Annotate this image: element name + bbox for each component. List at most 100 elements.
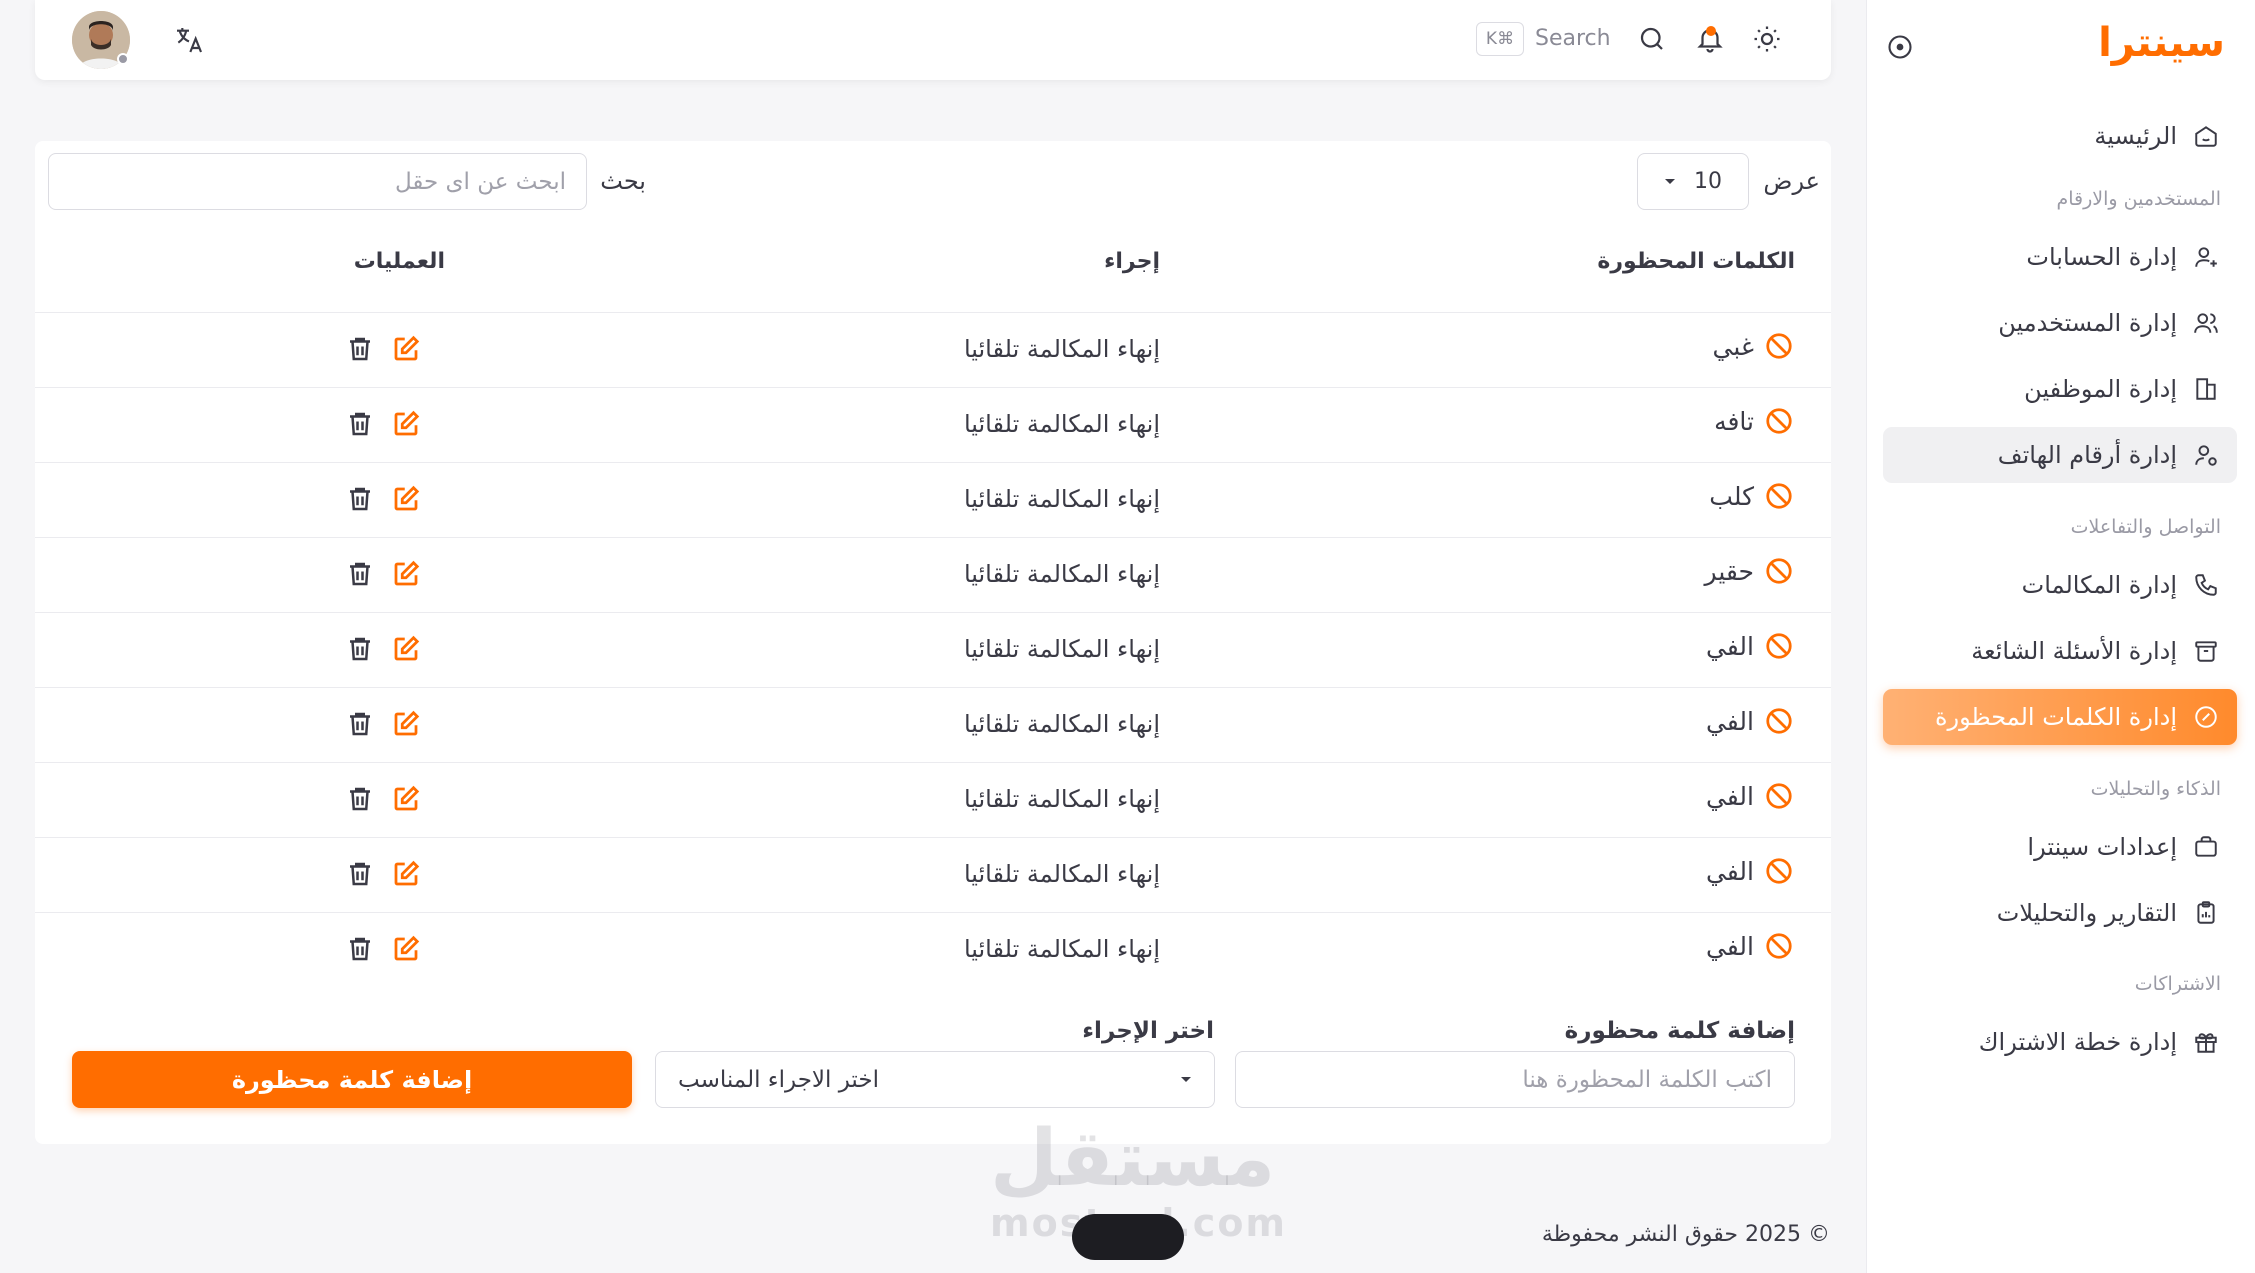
action-select[interactable]: اختر الاجراء المناسب: [655, 1051, 1215, 1108]
trash-icon[interactable]: [343, 859, 375, 891]
ban-icon: [1764, 331, 1794, 361]
home-icon: [2191, 121, 2221, 151]
sidebar-item-phones[interactable]: إدارة أرقام الهاتف: [1883, 427, 2237, 483]
header-action: إجراء: [1104, 249, 1160, 274]
action-cell: إنهاء المكالمة تلقائيا: [963, 635, 1160, 663]
header-banned-words: الكلمات المحظورة: [1597, 249, 1795, 274]
sidebar-item-users[interactable]: إدارة المستخدمين: [1883, 295, 2237, 351]
banned-word-text: تافه: [1714, 406, 1754, 436]
sidebar-item-employees[interactable]: إدارة الموظفين: [1883, 361, 2237, 417]
sidebar-item-accounts[interactable]: إدارة الحسابات: [1883, 229, 2237, 285]
add-word-label: إضافة كلمة محظورة: [1564, 1018, 1795, 1044]
banned-word-cell: الفي: [1706, 856, 1794, 886]
notification-dot: [1706, 26, 1716, 36]
nav-section-ai: الذكاء والتحليلات: [2090, 778, 2221, 800]
table-row: حقير إنهاء المكالمة تلقائيا: [35, 537, 1831, 612]
watermark-arabic: مستقل: [990, 1114, 1276, 1204]
sidebar-item-calls[interactable]: إدارة المكالمات: [1883, 557, 2237, 613]
building-icon: [2191, 374, 2221, 404]
ban-icon: [1764, 631, 1794, 661]
translate-icon[interactable]: [173, 24, 205, 56]
sidebar-item-label: إدارة الكلمات المحظورة: [1934, 703, 2177, 731]
trash-icon[interactable]: [343, 934, 375, 966]
ban-icon: [1764, 481, 1794, 511]
page-size-select[interactable]: 10: [1637, 153, 1749, 210]
sidebar-item-label: إدارة خطة الاشتراك: [1978, 1028, 2177, 1056]
banned-word-cell: غبي: [1713, 331, 1794, 361]
sidebar-item-label: إدارة أرقام الهاتف: [1997, 441, 2177, 469]
collapse-sidebar-icon[interactable]: [1885, 32, 1915, 62]
action-cell: إنهاء المكالمة تلقائيا: [963, 710, 1160, 738]
choose-action-label: اختر الإجراء: [1082, 1018, 1214, 1044]
user-settings-icon: [2191, 440, 2221, 470]
action-cell: إنهاء المكالمة تلقائيا: [963, 860, 1160, 888]
sidebar-item-settings[interactable]: إعدادات سينترا: [1883, 819, 2237, 875]
trash-icon[interactable]: [343, 484, 375, 516]
edit-icon[interactable]: [389, 484, 421, 516]
add-banned-word-button[interactable]: إضافة كلمة محظورة: [72, 1051, 632, 1108]
banned-words-card: عرض 10 بحث الكلمات المحظورة إجراء العملي…: [35, 141, 1831, 1144]
edit-icon[interactable]: [389, 334, 421, 366]
sidebar-item-home[interactable]: الرئيسية: [1883, 108, 2237, 164]
clipboard-icon: [2191, 898, 2221, 928]
phone-icon: [2191, 570, 2221, 600]
trash-icon[interactable]: [343, 784, 375, 816]
edit-icon[interactable]: [389, 709, 421, 741]
search-trigger[interactable]: Search: [1535, 26, 1611, 51]
search-icon[interactable]: [1637, 24, 1669, 56]
banned-word-cell: كلب: [1709, 481, 1794, 511]
sidebar-item-plans[interactable]: إدارة خطة الاشتراك: [1883, 1014, 2237, 1070]
edit-icon[interactable]: [389, 409, 421, 441]
sun-icon[interactable]: [1752, 24, 1784, 56]
banned-word-text: الفي: [1705, 931, 1754, 961]
users-icon: [2191, 308, 2221, 338]
sidebar-item-reports[interactable]: التقارير والتحليلات: [1883, 885, 2237, 941]
edit-icon[interactable]: [389, 634, 421, 666]
sidebar: سينترا الرئيسية المستخدمين والارقام إدار…: [1866, 0, 2255, 1273]
trash-icon[interactable]: [343, 634, 375, 666]
trash-icon[interactable]: [343, 709, 375, 741]
banned-word-text: الفي: [1705, 631, 1754, 661]
sidebar-item-label: إدارة المستخدمين: [1998, 309, 2177, 337]
table-row: الفي إنهاء المكالمة تلقائيا: [35, 687, 1831, 762]
banned-word-text: الفي: [1705, 856, 1754, 886]
briefcase-icon: [2191, 832, 2221, 862]
action-select-value: اختر الاجراء المناسب: [678, 1066, 879, 1093]
table-row: الفي إنهاء المكالمة تلقائيا: [35, 912, 1831, 987]
show-entries-label: عرض: [1763, 167, 1820, 195]
sidebar-item-banned-words[interactable]: إدارة الكلمات المحظورة: [1883, 689, 2237, 745]
trash-icon[interactable]: [343, 559, 375, 591]
search-label: بحث: [600, 167, 646, 195]
action-cell: إنهاء المكالمة تلقائيا: [963, 485, 1160, 513]
page-size-value: 10: [1694, 169, 1722, 194]
edit-icon[interactable]: [389, 784, 421, 816]
banned-word-cell: الفي: [1706, 631, 1794, 661]
edit-icon[interactable]: [389, 859, 421, 891]
banned-word-cell: الفي: [1706, 931, 1794, 961]
action-cell: إنهاء المكالمة تلقائيا: [963, 410, 1160, 438]
edit-icon[interactable]: [389, 559, 421, 591]
header-operations: العمليات: [353, 249, 445, 274]
table-search-input[interactable]: [48, 153, 587, 210]
sidebar-item-label: إدارة الموظفين: [2024, 375, 2177, 403]
floating-pill[interactable]: [1072, 1214, 1184, 1260]
caret-down-icon: [1180, 1076, 1192, 1084]
banned-word-input[interactable]: [1235, 1051, 1795, 1108]
sidebar-item-label: إدارة الحسابات: [2026, 243, 2177, 271]
user-plus-icon: [2191, 242, 2221, 272]
sidebar-item-label: التقارير والتحليلات: [1996, 899, 2177, 927]
action-cell: إنهاء المكالمة تلقائيا: [963, 560, 1160, 588]
sidebar-item-faq[interactable]: إدارة الأسئلة الشائعة: [1883, 623, 2237, 679]
table-row: تافه إنهاء المكالمة تلقائيا: [35, 387, 1831, 462]
edit-icon[interactable]: [389, 934, 421, 966]
shortcut-badge: K⌘: [1476, 22, 1524, 56]
action-cell: إنهاء المكالمة تلقائيا: [963, 785, 1160, 813]
caret-down-icon: [1664, 178, 1676, 186]
sidebar-item-label: الرئيسية: [2094, 122, 2177, 150]
action-cell: إنهاء المكالمة تلقائيا: [963, 935, 1160, 963]
nav-section-comms: التواصل والتفاعلات: [2070, 516, 2221, 538]
nav-section-subs: الاشتراكات: [2134, 973, 2221, 995]
ban-icon: [1764, 931, 1794, 961]
trash-icon[interactable]: [343, 409, 375, 441]
trash-icon[interactable]: [343, 334, 375, 366]
